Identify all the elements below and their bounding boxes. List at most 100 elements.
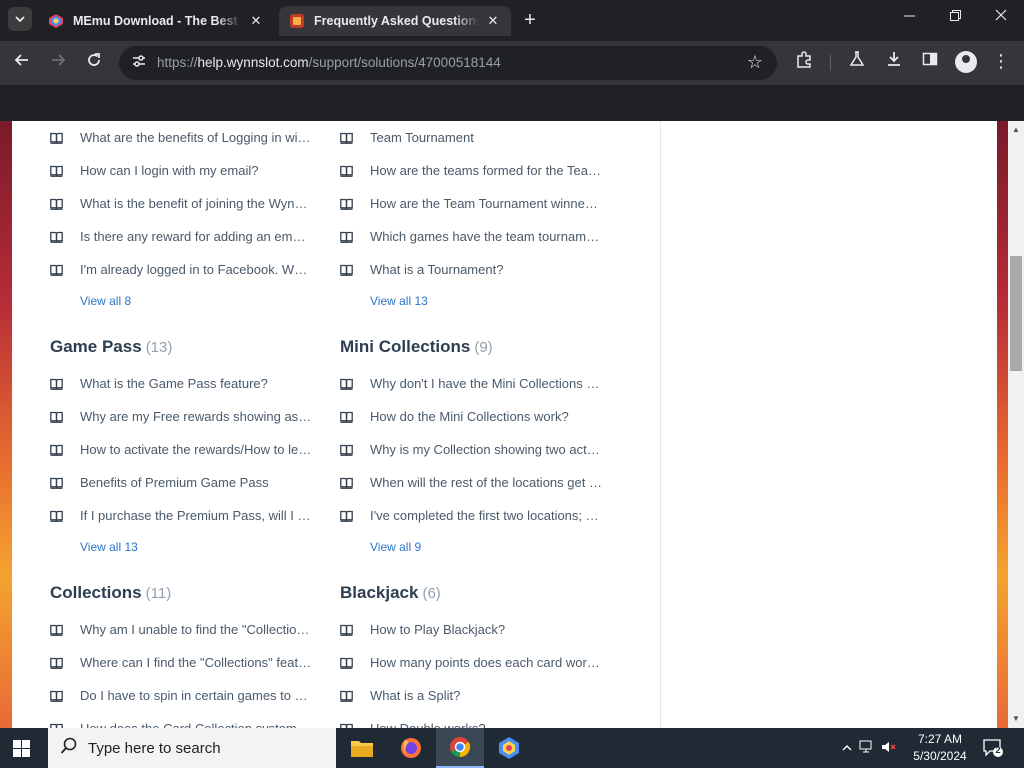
labs-flask-icon[interactable] bbox=[845, 51, 869, 75]
category-name[interactable]: Game Pass bbox=[50, 337, 142, 356]
article-link[interactable]: Team Tournament bbox=[340, 121, 610, 154]
article-title[interactable]: Is there any reward for adding an email? bbox=[80, 229, 312, 244]
article-link[interactable]: Why are my Free rewards showing as locke… bbox=[50, 400, 320, 433]
article-link[interactable]: Where can I find the "Collections" featu… bbox=[50, 646, 320, 679]
windows-start-icon[interactable] bbox=[13, 740, 30, 757]
site-info-icon[interactable] bbox=[129, 53, 149, 73]
view-all-link[interactable]: View all 13 bbox=[80, 532, 320, 562]
scroll-up-arrow-icon[interactable]: ▲ bbox=[1008, 123, 1024, 137]
downloads-icon[interactable] bbox=[882, 51, 906, 75]
article-link[interactable]: How to Play Blackjack? bbox=[340, 613, 610, 646]
volume-muted-icon[interactable] bbox=[878, 740, 900, 757]
article-link[interactable]: If I purchase the Premium Pass, will I g… bbox=[50, 499, 320, 532]
article-title[interactable]: What is the benefit of joining the Wynns… bbox=[80, 196, 312, 211]
category-title[interactable]: Game Pass (13) bbox=[50, 335, 320, 359]
article-link[interactable]: What are the benefits of Logging in with… bbox=[50, 121, 320, 154]
forward-button[interactable] bbox=[46, 51, 70, 75]
chrome-icon[interactable] bbox=[436, 728, 484, 768]
article-title[interactable]: Why is my Collection showing two active … bbox=[370, 442, 602, 457]
new-tab-button[interactable]: + bbox=[519, 9, 541, 31]
close-tab-icon[interactable]: ✕ bbox=[248, 13, 264, 29]
firefox-icon[interactable] bbox=[387, 728, 435, 768]
article-title[interactable]: Team Tournament bbox=[370, 130, 602, 145]
article-link[interactable]: Which games have the team tournament? bbox=[340, 220, 610, 253]
category-title[interactable]: Mini Collections (9) bbox=[340, 335, 610, 359]
restore-button[interactable] bbox=[940, 8, 970, 24]
notification-center-icon[interactable]: 2 bbox=[982, 737, 1004, 759]
minimize-button[interactable] bbox=[894, 8, 924, 24]
article-title[interactable]: Why am I unable to find the "Collections… bbox=[80, 622, 312, 637]
article-title[interactable]: How to Play Blackjack? bbox=[370, 622, 602, 637]
close-tab-icon[interactable]: ✕ bbox=[485, 13, 501, 29]
article-title[interactable]: What is a Tournament? bbox=[370, 262, 602, 277]
side-panel-icon[interactable] bbox=[918, 51, 942, 75]
close-window-button[interactable] bbox=[986, 8, 1016, 24]
scroll-thumb[interactable] bbox=[1010, 256, 1022, 371]
article-link[interactable]: Why don't I have the Mini Collections fe… bbox=[340, 367, 610, 400]
article-link[interactable]: How are the teams formed for the Team To… bbox=[340, 154, 610, 187]
article-link[interactable]: Is there any reward for adding an email? bbox=[50, 220, 320, 253]
article-link[interactable]: Why am I unable to find the "Collections… bbox=[50, 613, 320, 646]
category-name[interactable]: Mini Collections bbox=[340, 337, 470, 356]
file-explorer-icon[interactable] bbox=[338, 728, 386, 768]
article-title[interactable]: When will the rest of the locations get … bbox=[370, 475, 602, 490]
extensions-icon[interactable] bbox=[792, 51, 816, 75]
article-title[interactable]: What is a Split? bbox=[370, 688, 602, 703]
article-title[interactable]: Benefits of Premium Game Pass bbox=[80, 475, 312, 490]
article-link[interactable]: When will the rest of the locations get … bbox=[340, 466, 610, 499]
url-text[interactable]: https://help.wynnslot.com/support/soluti… bbox=[157, 55, 501, 70]
article-link[interactable]: Benefits of Premium Game Pass bbox=[50, 466, 320, 499]
article-link[interactable]: How does the Card Collection system work… bbox=[50, 712, 320, 728]
article-title[interactable]: How does the Card Collection system work… bbox=[80, 721, 312, 728]
article-title[interactable]: What are the benefits of Logging in with… bbox=[80, 130, 312, 145]
tab-memu[interactable]: MEmu Download - The Best Android Emulato… bbox=[38, 6, 274, 36]
category-title[interactable]: Blackjack (6) bbox=[340, 581, 610, 605]
article-title[interactable]: Why are my Free rewards showing as locke… bbox=[80, 409, 312, 424]
profile-avatar-icon[interactable] bbox=[955, 51, 977, 73]
article-link[interactable]: How many points does each card worth? bbox=[340, 646, 610, 679]
article-link[interactable]: I've completed the first two locations; … bbox=[340, 499, 610, 532]
bookmark-star-icon[interactable]: ☆ bbox=[747, 52, 763, 73]
article-title[interactable]: How to activate the rewards/How to level… bbox=[80, 442, 312, 457]
article-title[interactable]: How are the teams formed for the Team To… bbox=[370, 163, 602, 178]
system-clock[interactable]: 7:27 AM 5/30/2024 bbox=[905, 731, 975, 765]
tab-faq[interactable]: Frequently Asked Questions (FAQ) ✕ bbox=[279, 6, 511, 36]
article-link[interactable]: What is the benefit of joining the Wynns… bbox=[50, 187, 320, 220]
address-bar[interactable]: https://help.wynnslot.com/support/soluti… bbox=[119, 46, 777, 80]
article-link[interactable]: How to activate the rewards/How to level… bbox=[50, 433, 320, 466]
page-scrollbar[interactable]: ▲ ▼ bbox=[1008, 121, 1024, 728]
article-link[interactable]: What is a Split? bbox=[340, 679, 610, 712]
article-title[interactable]: I've completed the first two locations; … bbox=[370, 508, 602, 523]
article-title[interactable]: How Double works? bbox=[370, 721, 602, 728]
article-link[interactable]: I'm already logged in to Facebook. What … bbox=[50, 253, 320, 286]
article-link[interactable]: How are the Team Tournament winners deci… bbox=[340, 187, 610, 220]
category-title[interactable]: Collections (11) bbox=[50, 581, 320, 605]
article-title[interactable]: Which games have the team tournament? bbox=[370, 229, 602, 244]
article-title[interactable]: How many points does each card worth? bbox=[370, 655, 602, 670]
view-all-link[interactable]: View all 13 bbox=[370, 286, 610, 316]
article-link[interactable]: Why is my Collection showing two active … bbox=[340, 433, 610, 466]
article-title[interactable]: Why don't I have the Mini Collections fe… bbox=[370, 376, 602, 391]
article-link[interactable]: What is a Tournament? bbox=[340, 253, 610, 286]
article-title[interactable]: How do the Mini Collections work? bbox=[370, 409, 602, 424]
article-link[interactable]: How Double works? bbox=[340, 712, 610, 728]
article-link[interactable]: How do the Mini Collections work? bbox=[340, 400, 610, 433]
article-link[interactable]: Do I have to spin in certain games to ge… bbox=[50, 679, 320, 712]
article-title[interactable]: If I purchase the Premium Pass, will I g… bbox=[80, 508, 312, 523]
category-name[interactable]: Blackjack bbox=[340, 583, 418, 602]
view-all-link[interactable]: View all 9 bbox=[370, 532, 610, 562]
view-all-link[interactable]: View all 8 bbox=[80, 286, 320, 316]
reload-button[interactable] bbox=[82, 51, 106, 75]
network-icon[interactable] bbox=[856, 740, 878, 757]
article-link[interactable]: What is the Game Pass feature? bbox=[50, 367, 320, 400]
show-hidden-icons-chevron-icon[interactable] bbox=[838, 741, 856, 755]
more-menu-icon[interactable]: ⋮ bbox=[992, 51, 1010, 72]
category-name[interactable]: Collections bbox=[50, 583, 142, 602]
taskbar-search-box[interactable]: Type here to search bbox=[48, 728, 336, 768]
article-title[interactable]: Where can I find the "Collections" featu… bbox=[80, 655, 312, 670]
scroll-down-arrow-icon[interactable]: ▼ bbox=[1008, 712, 1024, 726]
article-link[interactable]: How can I login with my email? bbox=[50, 154, 320, 187]
article-title[interactable]: I'm already logged in to Facebook. What … bbox=[80, 262, 312, 277]
article-title[interactable]: What is the Game Pass feature? bbox=[80, 376, 312, 391]
article-title[interactable]: How can I login with my email? bbox=[80, 163, 312, 178]
